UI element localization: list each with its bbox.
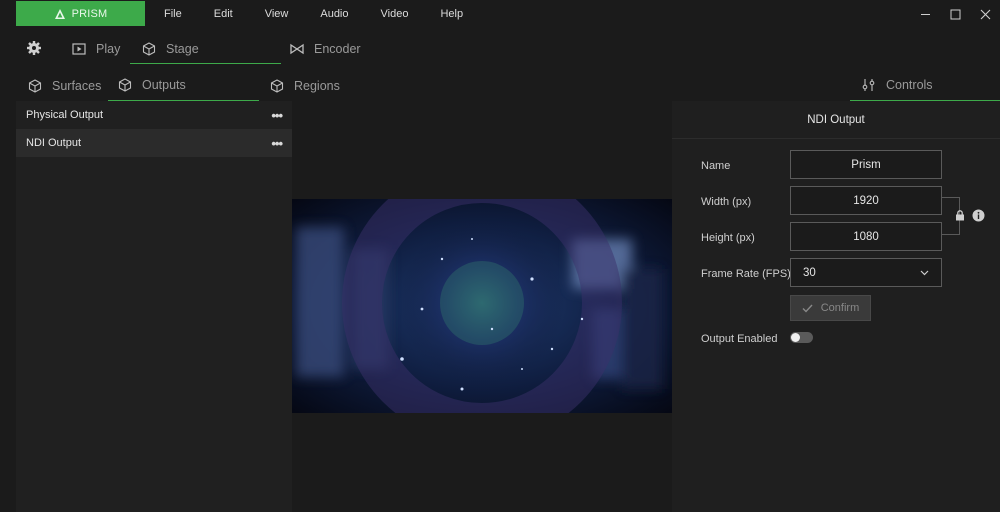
cube-icon	[28, 78, 42, 93]
sliders-icon	[862, 79, 875, 91]
app-logo[interactable]: PRISM	[16, 1, 145, 26]
menu-edit[interactable]: Edit	[210, 6, 237, 22]
title-bar: PRISM File Edit View Audio Video Help	[0, 0, 1000, 28]
more-icon[interactable]: •••	[271, 108, 283, 123]
confirm-button[interactable]: Confirm	[790, 295, 871, 321]
tab-encoder[interactable]: Encoder	[290, 34, 390, 64]
maximize-icon[interactable]	[940, 0, 970, 28]
menu-help[interactable]: Help	[436, 6, 467, 22]
tab-play[interactable]: Play	[72, 34, 130, 64]
tab-stage[interactable]: Stage	[130, 34, 281, 64]
tab-regions[interactable]: Regions	[270, 70, 360, 101]
preview-area	[292, 101, 672, 512]
panel-title: NDI Output	[672, 101, 1000, 139]
fps-label: Frame Rate (FPS)	[701, 268, 791, 280]
menu-view[interactable]: View	[261, 6, 293, 22]
height-label: Height (px)	[701, 232, 755, 244]
list-item-label: Physical Output	[26, 109, 104, 121]
list-item-ndi-output[interactable]: NDI Output •••	[16, 129, 292, 157]
more-icon[interactable]: •••	[271, 136, 283, 151]
main-tab-bar: Play Stage Encoder	[16, 34, 1000, 64]
check-icon	[802, 304, 813, 313]
play-icon	[72, 43, 86, 55]
list-item-label: NDI Output	[26, 137, 82, 149]
menu-bar: File Edit View Audio Video Help	[160, 0, 491, 28]
gear-icon[interactable]	[26, 40, 42, 56]
chevron-down-icon	[920, 270, 929, 275]
cube-icon	[118, 78, 132, 92]
tab-stage-label: Stage	[166, 41, 199, 56]
tab-encoder-label: Encoder	[314, 42, 361, 56]
controls-panel: NDI Output Name Prism Width (px) 1920 He…	[672, 101, 1000, 512]
output-enabled-label: Output Enabled	[701, 333, 778, 345]
fps-value: 30	[803, 266, 816, 279]
menu-file[interactable]: File	[160, 6, 186, 22]
height-field[interactable]: 1080	[790, 222, 942, 251]
cube-icon	[142, 41, 156, 56]
confirm-label: Confirm	[820, 302, 860, 314]
tab-controls[interactable]: Controls	[850, 70, 1000, 101]
output-enabled-toggle[interactable]	[790, 332, 813, 343]
bowtie-icon	[290, 43, 304, 55]
info-icon[interactable]	[972, 209, 985, 222]
cube-icon	[270, 78, 284, 93]
output-preview-image	[292, 199, 672, 413]
menu-audio[interactable]: Audio	[316, 6, 352, 22]
width-label: Width (px)	[701, 196, 752, 208]
tab-surfaces-label: Surfaces	[52, 78, 102, 93]
prism-logo-icon	[54, 8, 65, 19]
outputs-list: Physical Output ••• NDI Output •••	[16, 101, 292, 512]
menu-video[interactable]: Video	[377, 6, 413, 22]
width-field[interactable]: 1920	[790, 186, 942, 215]
minimize-icon[interactable]	[910, 0, 940, 28]
window-controls	[910, 0, 1000, 28]
name-field[interactable]: Prism	[790, 150, 942, 179]
tab-controls-label: Controls	[886, 78, 933, 92]
tab-play-label: Play	[96, 42, 121, 56]
list-item-physical-output[interactable]: Physical Output •••	[16, 101, 292, 129]
sub-tab-bar: Surfaces Outputs Regions Controls	[16, 70, 1000, 101]
tab-regions-label: Regions	[294, 78, 340, 93]
name-label: Name	[701, 160, 731, 172]
close-icon[interactable]	[970, 0, 1000, 28]
tab-surfaces[interactable]: Surfaces	[28, 70, 112, 101]
app-name: PRISM	[71, 7, 108, 20]
tab-outputs[interactable]: Outputs	[108, 70, 259, 101]
lock-icon[interactable]	[954, 209, 966, 221]
tab-outputs-label: Outputs	[142, 78, 186, 92]
fps-select[interactable]: 30	[790, 258, 942, 287]
